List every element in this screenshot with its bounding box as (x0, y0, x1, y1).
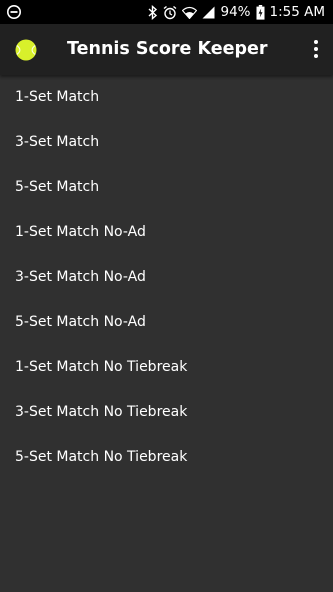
clock: 1:55 AM (269, 4, 326, 20)
status-icons: 94% 1:55 AM (148, 0, 325, 24)
do-not-disturb-icon (6, 4, 22, 20)
app-title: Tennis Score Keeper (67, 39, 268, 59)
app-bar: Tennis Score Keeper (0, 24, 333, 75)
list-item-3-set-match[interactable]: 3-Set Match (0, 120, 333, 165)
list-item-5-set-no-ad[interactable]: 5-Set Match No-Ad (0, 300, 333, 345)
screen: 94% 1:55 AM Tennis Score Keeper 1-Set Ma… (0, 0, 333, 592)
menu-dot (314, 54, 318, 58)
tennis-ball-icon (15, 39, 37, 61)
battery-percent: 94% (220, 4, 251, 20)
battery-charging-icon (256, 4, 265, 20)
list-item-1-set-no-ad[interactable]: 1-Set Match No-Ad (0, 210, 333, 255)
list-item-1-set-no-tiebreak[interactable]: 1-Set Match No Tiebreak (0, 345, 333, 390)
match-type-list: 1-Set Match 3-Set Match 5-Set Match 1-Se… (0, 75, 333, 480)
status-bar: 94% 1:55 AM (0, 0, 333, 24)
list-item-5-set-no-tiebreak[interactable]: 5-Set Match No Tiebreak (0, 435, 333, 480)
signal-icon (202, 6, 215, 19)
list-item-5-set-match[interactable]: 5-Set Match (0, 165, 333, 210)
list-item-1-set-match[interactable]: 1-Set Match (0, 75, 333, 120)
bluetooth-icon (148, 4, 158, 20)
wifi-icon (182, 6, 198, 19)
more-vert-icon[interactable] (309, 37, 323, 61)
list-item-3-set-no-ad[interactable]: 3-Set Match No-Ad (0, 255, 333, 300)
list-item-3-set-no-tiebreak[interactable]: 3-Set Match No Tiebreak (0, 390, 333, 435)
menu-dot (314, 40, 318, 44)
menu-dot (314, 47, 318, 51)
alarm-icon (163, 5, 177, 20)
